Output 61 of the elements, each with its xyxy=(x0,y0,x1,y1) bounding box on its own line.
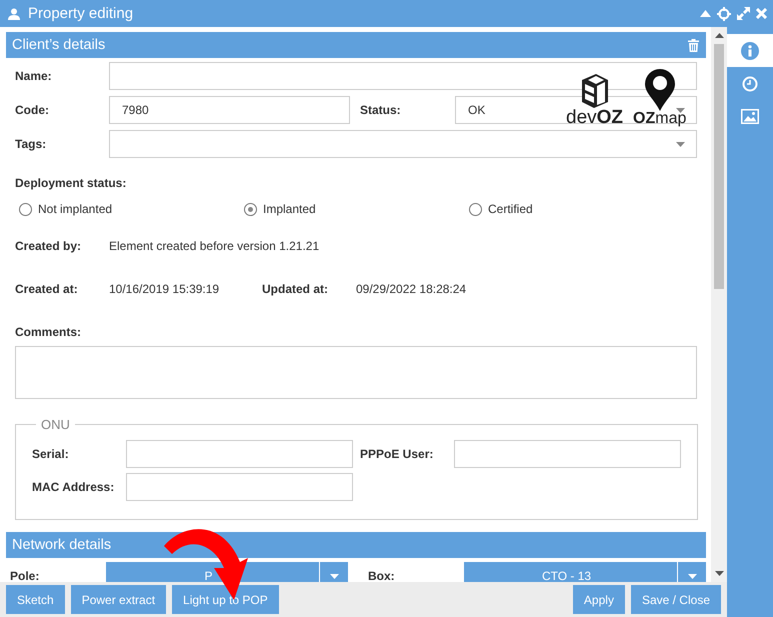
field-value: Element created before version 1.21.21 xyxy=(109,239,320,253)
trash-icon[interactable] xyxy=(688,38,699,52)
scroll-up-icon[interactable] xyxy=(714,33,724,38)
field-label: Name: xyxy=(15,69,53,83)
caret-icon xyxy=(676,142,685,147)
radio-button[interactable] xyxy=(469,202,482,216)
field-label: Box: xyxy=(368,569,396,582)
box-select[interactable]: CTO - 13 xyxy=(464,562,706,582)
caret-icon xyxy=(676,108,685,113)
field-label: Created at: xyxy=(15,282,79,296)
logo-text: devOZ xyxy=(566,108,624,127)
radio-option[interactable]: Certified xyxy=(469,202,669,216)
field-label: Pole: xyxy=(10,569,40,582)
comments-field[interactable] xyxy=(15,346,697,399)
footer-button[interactable]: Light up to POP xyxy=(172,585,279,614)
caret-icon xyxy=(330,574,338,578)
caret-icon xyxy=(688,574,696,578)
expand-icon[interactable] xyxy=(737,7,750,20)
radio-button[interactable] xyxy=(19,202,32,216)
window-title: Property editing xyxy=(28,5,134,22)
field-label: Tags: xyxy=(15,137,48,151)
section-title: Client’s details xyxy=(12,37,106,53)
field-label: Deployment status: xyxy=(15,176,128,190)
user-icon xyxy=(8,8,20,20)
field-label: Created by: xyxy=(15,239,82,253)
footer-button[interactable]: Save / Close xyxy=(630,585,721,614)
field-value: 09/29/2022 18:28:24 xyxy=(356,282,466,296)
close-icon[interactable] xyxy=(756,8,767,19)
collapse-icon[interactable] xyxy=(700,10,711,17)
code-field[interactable]: 7980 xyxy=(109,96,350,124)
field-label: MAC Address: xyxy=(32,480,116,494)
pppoe-user-field[interactable] xyxy=(454,440,681,468)
field-value: 10/16/2019 15:39:19 xyxy=(109,282,220,296)
logo-text: OZmap xyxy=(633,111,686,127)
server-icon xyxy=(580,72,610,108)
image-icon xyxy=(741,109,759,124)
footer-button[interactable]: Sketch xyxy=(6,585,65,614)
info-icon xyxy=(741,42,759,60)
scrollbar[interactable] xyxy=(711,27,727,582)
radio-option[interactable]: Implanted xyxy=(244,202,469,216)
field-label: PPPoE User: xyxy=(360,447,434,461)
tags-select[interactable] xyxy=(109,130,697,158)
radio-button[interactable] xyxy=(244,202,257,216)
serial-field[interactable] xyxy=(126,440,353,468)
pole-select[interactable]: P xyxy=(106,562,348,582)
clock-icon xyxy=(742,76,758,92)
scroll-down-icon[interactable] xyxy=(714,571,724,576)
name-field[interactable] xyxy=(109,62,697,90)
radio-option[interactable]: Not implanted xyxy=(19,202,244,216)
field-label: Comments: xyxy=(15,325,82,339)
field-label: Status: xyxy=(360,103,402,117)
field-label: Code: xyxy=(15,103,50,117)
group-title: ONU xyxy=(40,417,71,432)
crosshair-icon[interactable] xyxy=(717,6,731,20)
footer-button[interactable]: Apply xyxy=(572,585,625,614)
field-label: Serial: xyxy=(32,447,70,461)
mac-address-field[interactable] xyxy=(126,473,353,501)
footer-button[interactable]: Power extract xyxy=(70,585,166,614)
field-label: Updated at: xyxy=(262,282,329,296)
section-title: Network details xyxy=(12,537,112,553)
map-pin-icon xyxy=(644,69,676,111)
